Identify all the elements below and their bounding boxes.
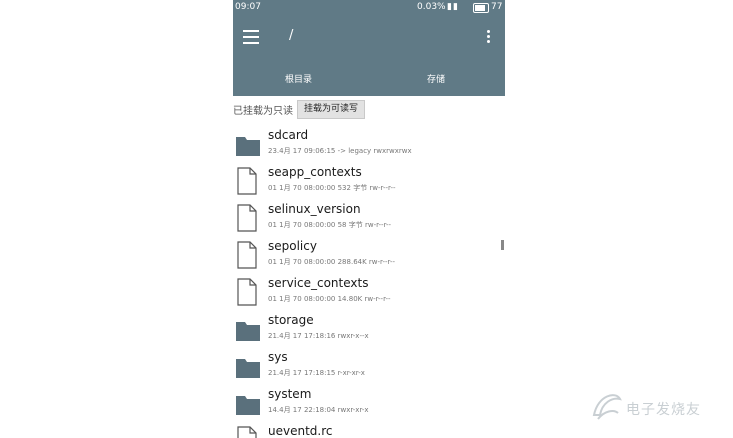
mount-readwrite-button[interactable]: 挂载为可读写 bbox=[297, 100, 366, 119]
file-icon bbox=[237, 167, 257, 195]
folder-icon bbox=[236, 359, 260, 378]
network-speed: 0.03% bbox=[417, 2, 446, 12]
battery-level: 77 bbox=[491, 2, 503, 12]
folder-icon bbox=[236, 137, 260, 156]
watermark-swirl-icon bbox=[592, 394, 622, 420]
mount-readonly-label: 已挂载为只读 bbox=[233, 106, 293, 117]
file-icon bbox=[237, 278, 257, 306]
list-item[interactable]: service_contexts 01 1月 70 08:00:00 14.80… bbox=[233, 272, 505, 309]
file-name: sys bbox=[268, 350, 288, 364]
current-path: / bbox=[289, 28, 294, 43]
file-name: system bbox=[268, 387, 312, 401]
file-meta: 01 1月 70 08:00:00 532 字节 rw-r--r-- bbox=[268, 184, 396, 192]
file-name: sdcard bbox=[268, 128, 309, 142]
status-time: 09:07 bbox=[235, 2, 261, 12]
signal-icon: ▮▮ bbox=[447, 2, 459, 12]
file-icon bbox=[237, 204, 257, 232]
file-meta: 21.4月 17 17:18:16 rwxr-x--x bbox=[268, 332, 369, 340]
tab-root[interactable]: 根目录 bbox=[285, 72, 312, 85]
list-item[interactable]: sys 21.4月 17 17:18:15 r-xr-xr-x bbox=[233, 346, 505, 383]
list-item[interactable]: sdcard 23.4月 17 09:06:15 -> legacy rwxrw… bbox=[233, 124, 505, 161]
file-meta: 21.4月 17 17:18:15 r-xr-xr-x bbox=[268, 369, 365, 377]
list-item[interactable]: ueventd.rc bbox=[233, 420, 505, 438]
file-name: seapp_contexts bbox=[268, 165, 362, 179]
hamburger-menu-icon[interactable] bbox=[243, 30, 259, 44]
list-item[interactable]: storage 21.4月 17 17:18:16 rwxr-x--x bbox=[233, 309, 505, 346]
file-meta: 23.4月 17 09:06:15 -> legacy rwxrwxrwx bbox=[268, 147, 412, 155]
list-item[interactable]: selinux_version 01 1月 70 08:00:00 58 字节 … bbox=[233, 198, 505, 235]
tab-storage[interactable]: 存储 bbox=[427, 72, 445, 85]
file-icon bbox=[237, 241, 257, 269]
file-icon bbox=[237, 426, 257, 438]
status-bar: 09:07 0.03% ▮▮ 77 bbox=[233, 0, 505, 16]
file-name: storage bbox=[268, 313, 314, 327]
file-name: sepolicy bbox=[268, 239, 317, 253]
folder-icon bbox=[236, 396, 260, 415]
file-meta: 01 1月 70 08:00:00 58 字节 rw-r--r-- bbox=[268, 221, 392, 229]
more-options-icon[interactable] bbox=[487, 30, 491, 46]
file-meta: 01 1月 70 08:00:00 288.64K rw-r--r-- bbox=[268, 258, 396, 266]
mount-bar: 已挂载为只读 挂载为可读写 bbox=[233, 98, 505, 120]
scrollbar-thumb[interactable] bbox=[501, 240, 504, 250]
list-item[interactable]: seapp_contexts 01 1月 70 08:00:00 532 字节 … bbox=[233, 161, 505, 198]
file-name: selinux_version bbox=[268, 202, 361, 216]
watermark-logo: 电子发烧友 bbox=[590, 385, 730, 425]
app-bar: / 根目录 存储 bbox=[233, 16, 505, 96]
folder-icon bbox=[236, 322, 260, 341]
watermark-text: 电子发烧友 bbox=[626, 402, 701, 418]
file-name: service_contexts bbox=[268, 276, 369, 290]
list-item[interactable]: sepolicy 01 1月 70 08:00:00 288.64K rw-r-… bbox=[233, 235, 505, 272]
list-item[interactable]: system 14.4月 17 22:18:04 rwxr-xr-x bbox=[233, 383, 505, 420]
file-meta: 01 1月 70 08:00:00 14.80K rw-r--r-- bbox=[268, 295, 391, 303]
phone-screen: 09:07 0.03% ▮▮ 77 / 根目录 存储 已挂载为只读 挂载为可读写… bbox=[233, 0, 505, 438]
battery-icon bbox=[473, 3, 489, 13]
file-name: ueventd.rc bbox=[268, 424, 333, 438]
file-meta: 14.4月 17 22:18:04 rwxr-xr-x bbox=[268, 406, 369, 414]
